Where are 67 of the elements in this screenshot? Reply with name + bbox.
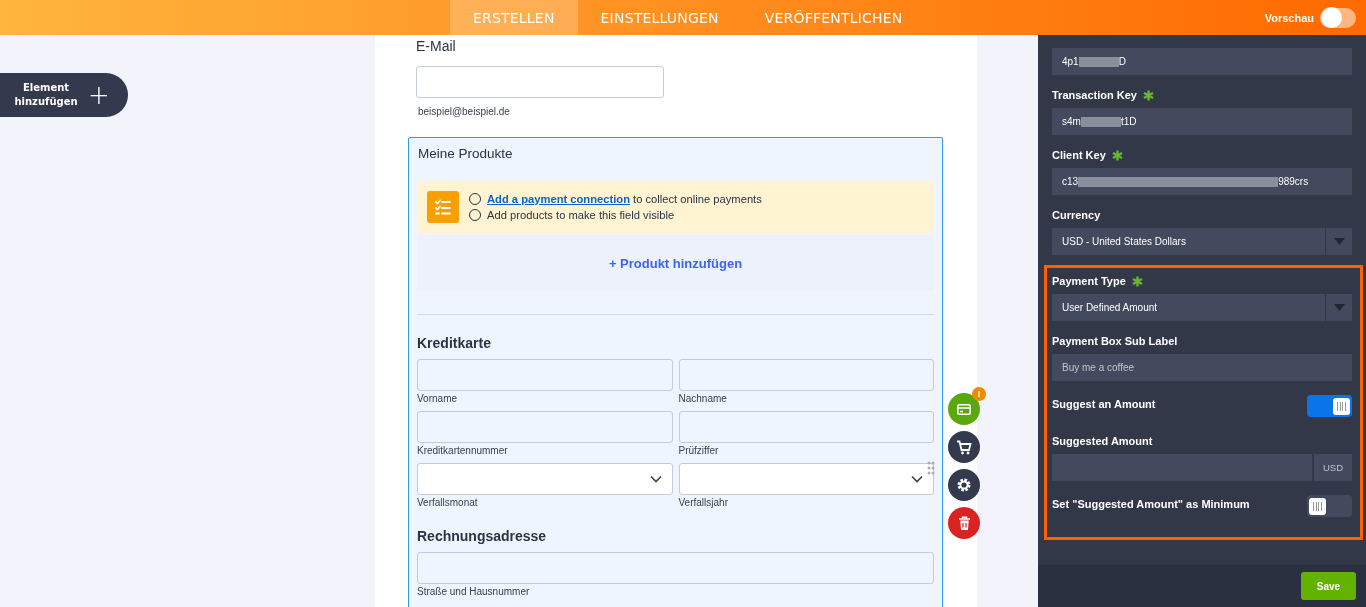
property-label: Set "Suggested Amount" as Minimum — [1052, 497, 1250, 512]
select-field[interactable]: User Defined Amount — [1052, 294, 1352, 321]
add-product-button[interactable]: + Produkt hinzufügen — [417, 235, 934, 291]
delete-tool-button[interactable] — [948, 507, 980, 539]
settings-tool-button[interactable] — [948, 469, 980, 501]
select-field[interactable] — [678, 463, 934, 495]
field-sublabel: Verfallsmonat — [417, 497, 479, 508]
select-field[interactable]: USD - United States Dollars — [1052, 228, 1352, 255]
field-value: c13 — [1062, 176, 1079, 187]
section-heading: Kreditkarte — [417, 335, 492, 351]
credit-card-icon — [957, 403, 971, 415]
text-field[interactable]: s4m t1D — [1052, 108, 1352, 135]
field-sublabel: Vorname — [417, 393, 459, 404]
notice-text: Add a payment connection to collect online payments — [487, 193, 762, 205]
input-field[interactable] — [678, 411, 934, 443]
settings-icon — [956, 477, 972, 493]
notice-text: Add products to make this field visible — [487, 209, 675, 221]
input-field[interactable] — [417, 552, 934, 584]
toggle-switch[interactable] — [1307, 395, 1352, 417]
sub-label-input[interactable]: Buy me a coffee — [1052, 354, 1352, 381]
field-sublabel: beispiel@beispiel.de — [418, 106, 510, 117]
property-label: Suggested Amount — [1052, 435, 1153, 447]
blurred-text-block — [1080, 116, 1121, 127]
property-label: Payment Type — [1052, 275, 1126, 287]
dropdown-arrow-icon — [1333, 238, 1345, 245]
toggle-switch[interactable] — [1307, 495, 1352, 517]
add-element-button[interactable]: Element hinzufügen + — [0, 73, 128, 117]
field-value: s4m — [1062, 116, 1081, 127]
field-label: E-Mail — [416, 38, 456, 54]
text-field[interactable]: c13 989crs — [1052, 168, 1352, 195]
cart-tool-button[interactable] — [948, 431, 980, 463]
input-field[interactable] — [417, 411, 673, 443]
field-value: 4p1 — [1062, 56, 1079, 67]
field-value: D — [1118, 56, 1126, 67]
blurred-text-block — [1078, 56, 1119, 67]
trash-icon — [957, 515, 971, 531]
products-title: Meine Produkte — [418, 146, 514, 161]
card-tool-button[interactable] — [948, 393, 980, 425]
chevron-down-icon — [649, 475, 662, 483]
dropdown-arrow-icon — [1333, 304, 1345, 311]
cart-icon — [956, 439, 972, 455]
field-value: 989crs — [1278, 176, 1309, 187]
property-label: Suggest an Amount — [1052, 397, 1156, 412]
preview-toggle[interactable] — [1320, 7, 1356, 28]
field-sublabel: Nachname — [678, 393, 728, 404]
section-heading: Rechnungsadresse — [417, 528, 548, 544]
field-value: t1D — [1120, 116, 1137, 127]
drag-handle-icon[interactable] — [927, 461, 935, 475]
chevron-down-icon — [911, 475, 923, 483]
field-sublabel: Straße und Hausnummer — [417, 586, 531, 597]
field-sublabel: Verfallsjahr — [678, 497, 729, 508]
property-label: Payment Box Sub Label — [1052, 335, 1178, 347]
property-label: Client Key — [1052, 149, 1106, 161]
preview-label: Vorschau — [1264, 11, 1314, 24]
property-label: Currency — [1052, 209, 1101, 221]
input-field[interactable] — [417, 359, 673, 391]
currency-unit: USD — [1314, 454, 1352, 481]
checklist-icon — [427, 191, 459, 223]
warning-badge: ! — [972, 387, 986, 401]
property-label: Transaction Key — [1052, 89, 1137, 101]
field-sublabel: Prüfziffer — [678, 445, 720, 456]
text-field[interactable]: 4p1 D — [1052, 48, 1352, 75]
select-field[interactable] — [417, 463, 673, 495]
field-sublabel: Kreditkartennummer — [417, 445, 509, 456]
payment-connection-link[interactable]: Add a payment connection — [487, 193, 630, 205]
input-field[interactable] — [678, 359, 934, 391]
email-input[interactable] — [416, 66, 664, 98]
